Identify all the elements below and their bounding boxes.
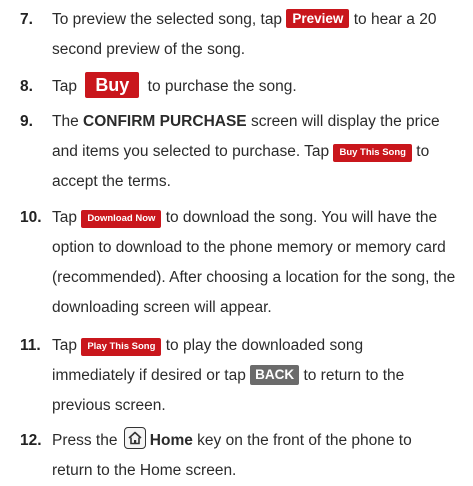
home-key-label: Home (149, 432, 193, 449)
step-text: Tap Buy to purchase the song. (52, 72, 460, 102)
step-text-segment: to return to the (299, 367, 405, 384)
step-text-segment: Tap (52, 78, 82, 95)
step-text-segment: to download the song. You will have the (161, 209, 438, 226)
step-text-segment: To preview the selected song, tap (52, 11, 287, 28)
step-text-segment: key on the front of the phone to (192, 432, 412, 449)
step-number: 12. (20, 432, 42, 449)
step-text-segment: previous screen. (52, 397, 166, 414)
download-now-button: Download Now (81, 210, 162, 228)
step-number: 7. (20, 11, 33, 28)
step-text-segment: to (411, 143, 430, 160)
step-text-segment: immediately if desired or tap (52, 367, 251, 384)
step-7: 7. To preview the selected song, tap Pre… (20, 5, 460, 65)
step-text-segment: to purchase the song. (143, 78, 297, 95)
step-text-segment: to play the downloaded song (161, 337, 364, 354)
step-text: To preview the selected song, tap Previe… (52, 5, 460, 65)
step-text-segment: return to the Home screen. (52, 462, 237, 479)
buy-this-song-button: Buy This Song (333, 144, 412, 162)
step-10: 10. Tap Download Now to download the son… (20, 203, 460, 323)
step-text-segment: to hear a 20 (349, 11, 437, 28)
step-number: 9. (20, 113, 33, 130)
step-text-segment: screen will display the price (246, 113, 440, 130)
step-text-segment: second preview of the song. (52, 41, 246, 58)
step-text-segment: Tap (52, 337, 82, 354)
step-text-segment: downloading screen will appear. (52, 299, 272, 316)
preview-button: Preview (286, 9, 350, 28)
buy-button: Buy (85, 72, 140, 98)
step-text-segment: The (52, 113, 84, 130)
play-this-song-button: Play This Song (81, 338, 162, 356)
step-9: 9. The CONFIRM PURCHASE screen will disp… (20, 107, 460, 197)
step-text: Tap Download Now to download the song. Y… (52, 203, 460, 323)
step-text: Press the Home key on the front of the p… (52, 426, 460, 486)
step-text-segment: option to download to the phone memory o… (52, 239, 446, 256)
step-number: 10. (20, 209, 42, 226)
confirm-purchase-label: CONFIRM PURCHASE (83, 113, 247, 130)
step-text-segment: (recommended). After choosing a location… (52, 269, 456, 286)
step-text-segment: Press the (52, 432, 122, 449)
instruction-page: 7. To preview the selected song, tap Pre… (0, 0, 473, 481)
step-text: Tap Play This Song to play the downloade… (52, 331, 460, 421)
step-text-segment: accept the terms. (52, 173, 171, 190)
step-number: 11. (20, 337, 41, 354)
step-text-segment: and items you selected to purchase. Tap (52, 143, 334, 160)
step-8: 8. Tap Buy to purchase the song. (20, 72, 460, 102)
home-icon (123, 427, 146, 449)
step-12: 12. Press the Home key on the front of t… (20, 426, 460, 486)
step-11: 11. Tap Play This Song to play the downl… (20, 331, 460, 421)
step-number: 8. (20, 78, 33, 95)
step-text-segment: Tap (52, 209, 82, 226)
back-button: BACK (250, 365, 300, 385)
step-text: The CONFIRM PURCHASE screen will display… (52, 107, 460, 197)
